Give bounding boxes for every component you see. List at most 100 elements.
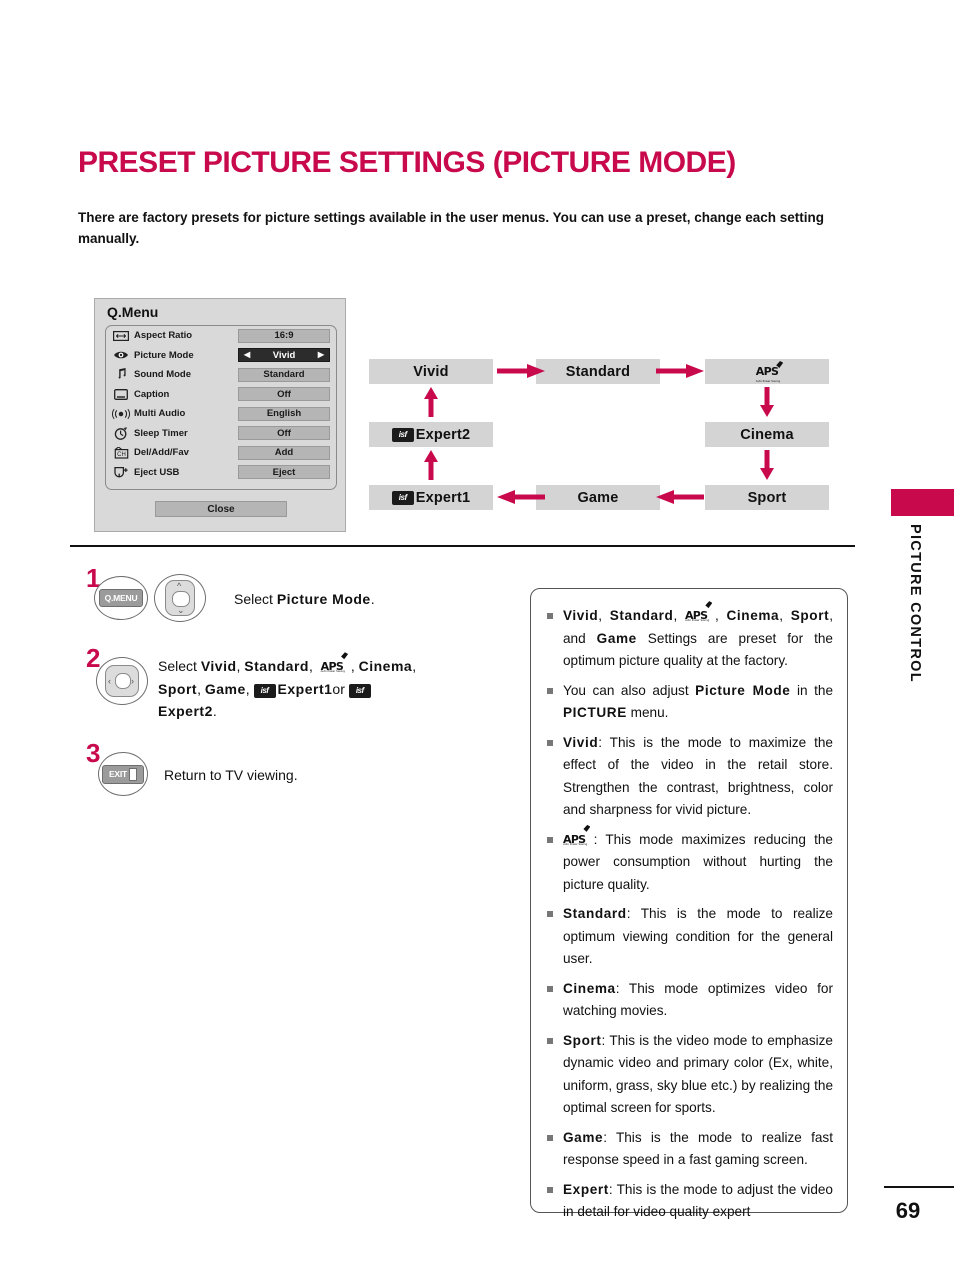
- description-text: ,: [673, 608, 685, 623]
- flow-box-aps: APS Auto Power Saving: [705, 359, 829, 384]
- qmenu-row-value[interactable]: Add: [238, 445, 330, 460]
- chevron-right-icon: ›: [131, 676, 134, 686]
- aps-caption: Auto Power Saving: [320, 670, 345, 674]
- flow-box-label: Standard: [565, 363, 631, 380]
- bullet-icon: [547, 739, 553, 746]
- qmenu-row-eject-usb[interactable]: Eject USB Eject: [106, 463, 336, 483]
- usb-eject-icon: [112, 465, 130, 479]
- arrow-game-to-expert1: [497, 490, 545, 504]
- qmenu-row-label: Picture Mode: [134, 349, 194, 361]
- qmenu-key-label: Q.MENU: [99, 589, 143, 607]
- right-arrow-icon[interactable]: ▶: [318, 351, 324, 359]
- description-emphasis: Game: [563, 1129, 604, 1145]
- description-item-standard: Standard: This is the mode to realize op…: [545, 903, 833, 971]
- exit-key-text: EXIT: [108, 769, 128, 779]
- dpad-body: ^ ⌄: [165, 580, 195, 616]
- bullet-icon: [547, 836, 553, 843]
- up-down-dpad-button[interactable]: ^ ⌄: [154, 574, 206, 622]
- step-3-number: 3: [86, 738, 101, 768]
- description-text: menu.: [626, 705, 669, 721]
- description-emphasis: Picture Mode: [695, 682, 791, 698]
- description-item-sport: Sport: This is the video mode to emphasi…: [545, 1030, 833, 1120]
- flow-box-standard: Standard: [536, 359, 660, 384]
- left-right-dpad-button[interactable]: ‹ ›: [96, 657, 148, 705]
- aps-icon: APS Auto Power Saving: [563, 829, 587, 852]
- bullet-icon: [547, 687, 553, 694]
- arrow-vivid-to-standard: [497, 364, 545, 378]
- qmenu-row-value[interactable]: Off: [238, 387, 330, 401]
- description-text: You can also adjust: [563, 682, 696, 698]
- description-emphasis: PICTURE: [563, 705, 627, 721]
- qmenu-row-value[interactable]: ◀ Vivid ▶: [238, 348, 330, 362]
- description-text: : This is the mode to maximize the effec…: [563, 734, 833, 818]
- description-panel: Vivid, Standard, APS Auto Power Saving , …: [530, 588, 848, 1219]
- multi-audio-icon: [112, 407, 130, 421]
- sleep-timer-icon: [112, 426, 130, 440]
- description-emphasis: Standard: [609, 608, 674, 623]
- chevron-left-icon: ‹: [108, 676, 111, 686]
- dpad-ok-center[interactable]: [115, 673, 131, 689]
- qmenu-close-button[interactable]: Close: [155, 501, 287, 517]
- description-text: in the: [790, 682, 834, 698]
- chevron-down-icon: ⌄: [177, 605, 185, 615]
- step-3: 3 EXIT Return to TV viewing.: [86, 740, 516, 810]
- section-divider: [70, 545, 855, 547]
- qmenu-row-value[interactable]: Standard: [238, 367, 330, 382]
- step-2-conjunction: or: [332, 681, 345, 698]
- page-title: PRESET PICTURE SETTINGS (PICTURE MODE): [78, 146, 736, 179]
- qmenu-row-sound-mode[interactable]: Sound Mode Standard: [106, 365, 336, 385]
- exit-key-label: EXIT: [102, 764, 144, 784]
- isf-icon: isf: [391, 490, 414, 505]
- qmenu-row-label: Caption: [134, 388, 170, 400]
- qmenu-rows-container: Aspect Ratio 16:9 Picture Mode ◀ Vivid ▶ Sound…: [105, 325, 337, 490]
- qmenu-row-del-add-fav[interactable]: CH Del/Add/Fav Add: [106, 443, 336, 463]
- qmenu-row-label: Eject USB: [134, 466, 180, 478]
- qmenu-row-value[interactable]: Eject: [238, 465, 330, 479]
- flow-box-label: Game: [577, 489, 619, 506]
- description-emphasis: Vivid: [563, 734, 599, 750]
- description-emphasis: Game: [596, 630, 637, 646]
- caption-icon: [112, 387, 130, 401]
- arrow-aps-to-cinema: [760, 387, 774, 417]
- step-1: 1 Q.MENU ^ ⌄ Select Picture Mode.: [86, 565, 516, 635]
- arrow-sport-to-game: [656, 490, 704, 504]
- qmenu-row-value[interactable]: 16:9: [238, 328, 330, 343]
- flow-box-sport: Sport: [705, 485, 829, 510]
- side-tab-label: PICTURE CONTROL: [907, 524, 923, 683]
- qmenu-key-button[interactable]: Q.MENU: [94, 576, 148, 620]
- qmenu-row-aspect-ratio[interactable]: Aspect Ratio 16:9: [106, 326, 336, 346]
- description-emphasis: Cinema: [726, 608, 780, 623]
- qmenu-row-value-text: Vivid: [272, 349, 296, 361]
- flow-box-label: Expert2: [415, 426, 471, 443]
- side-tab-accent-block: [891, 489, 954, 516]
- flow-box-expert1: isf Expert1: [369, 485, 493, 510]
- intro-paragraph: There are factory presets for picture se…: [78, 210, 825, 246]
- description-item-presets: Vivid, Standard, APS Auto Power Saving , …: [545, 605, 833, 673]
- flow-box-label: Sport: [747, 489, 787, 506]
- qmenu-row-value[interactable]: English: [238, 406, 330, 421]
- svg-text:CH: CH: [117, 452, 126, 458]
- description-emphasis: Sport: [790, 608, 830, 623]
- exit-key-button[interactable]: EXIT: [98, 752, 148, 796]
- exit-block-icon: [129, 767, 138, 781]
- description-text: : This is the mode to realize fast respo…: [563, 1129, 833, 1168]
- step-2-option-cinema: Cinema: [358, 658, 413, 674]
- step-2-option-expert1: Expert1: [277, 681, 333, 698]
- qmenu-row-caption[interactable]: Caption Off: [106, 385, 336, 405]
- description-item-expert: Expert: This is the mode to adjust the v…: [545, 1179, 833, 1224]
- step-2-option-sport: Sport: [158, 681, 198, 698]
- aps-icon: APS Auto Power Saving: [755, 365, 781, 383]
- step-2-number: 2: [86, 643, 101, 673]
- qmenu-row-picture-mode[interactable]: Picture Mode ◀ Vivid ▶: [106, 346, 336, 366]
- description-item-aps: APS Auto Power Saving : This mode maximiz…: [545, 829, 833, 897]
- description-emphasis: Standard: [563, 906, 627, 922]
- description-text: ,: [707, 608, 727, 623]
- aps-caption: Auto Power Saving: [755, 380, 781, 383]
- description-item-game: Game: This is the mode to realize fast r…: [545, 1127, 833, 1172]
- qmenu-row-multi-audio[interactable]: Multi Audio English: [106, 404, 336, 424]
- qmenu-row-sleep-timer[interactable]: Sleep Timer Off: [106, 424, 336, 444]
- qmenu-row-value[interactable]: Off: [238, 426, 330, 440]
- music-note-icon: [112, 368, 130, 382]
- aps-caption: Auto Power Saving: [684, 619, 710, 623]
- description-item-picture-mode-menu: You can also adjust Picture Mode in the …: [545, 680, 833, 725]
